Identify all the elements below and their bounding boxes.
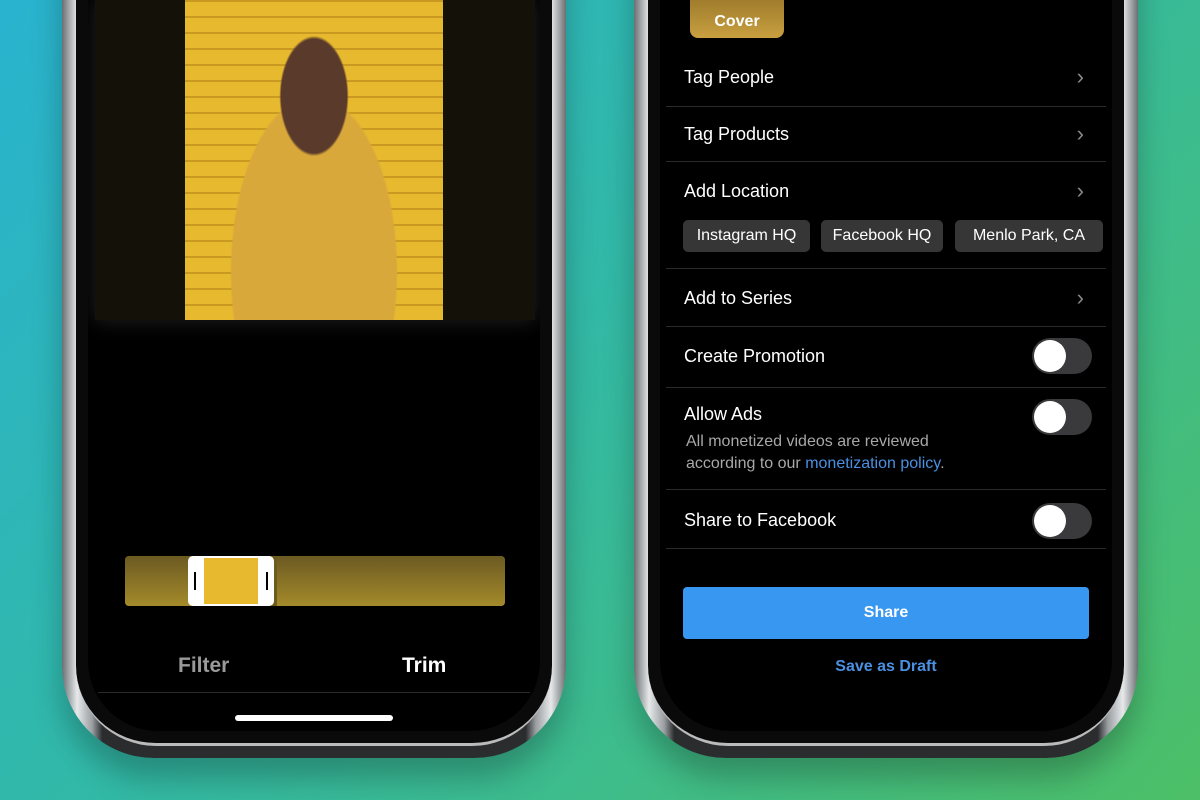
cover-thumbnail[interactable]: Cover [690,0,784,38]
cover-label: Cover [714,13,760,30]
chevron-right-icon: › [1076,64,1084,89]
post-details-screen: Cover Tag People › Tag Products › Add Lo… [660,0,1112,731]
share-to-facebook-toggle[interactable] [1032,503,1092,539]
right-phone: Cover Tag People › Tag Products › Add Lo… [634,0,1138,758]
chevron-right-icon: › [1076,285,1084,310]
allow-ads-description: All monetized videos are reviewed accord… [686,433,945,472]
location-chip[interactable]: Instagram HQ [683,220,810,252]
video-frame [185,0,443,320]
tab-filter[interactable]: Filter [178,654,229,678]
row-share-to-facebook: Share to Facebook [684,510,837,530]
create-promotion-toggle[interactable] [1032,338,1092,374]
location-chip[interactable]: Menlo Park, CA [955,220,1103,252]
save-as-draft-link[interactable]: Save as Draft [660,658,1112,676]
row-create-promotion: Create Promotion [684,346,826,366]
row-tag-products[interactable]: Tag Products [684,124,789,145]
monetization-policy-link[interactable]: monetization policy [805,455,940,472]
tab-trim[interactable]: Trim [402,654,446,678]
row-tag-people[interactable]: Tag People [684,67,774,88]
trim-handle[interactable] [188,556,274,606]
video-preview [95,0,535,320]
trim-screen: Filter Trim [88,0,540,731]
row-add-location[interactable]: Add Location [684,181,789,202]
row-allow-ads: Allow Ads [684,404,763,424]
location-chip[interactable]: Facebook HQ [821,220,943,252]
allow-ads-toggle[interactable] [1032,399,1092,435]
home-indicator [235,715,393,721]
chevron-right-icon: › [1076,178,1084,203]
share-button[interactable]: Share [683,587,1089,639]
row-add-to-series[interactable]: Add to Series [684,288,792,309]
left-phone: Filter Trim [62,0,566,758]
chevron-right-icon: › [1076,121,1084,146]
filmstrip[interactable] [125,556,505,606]
